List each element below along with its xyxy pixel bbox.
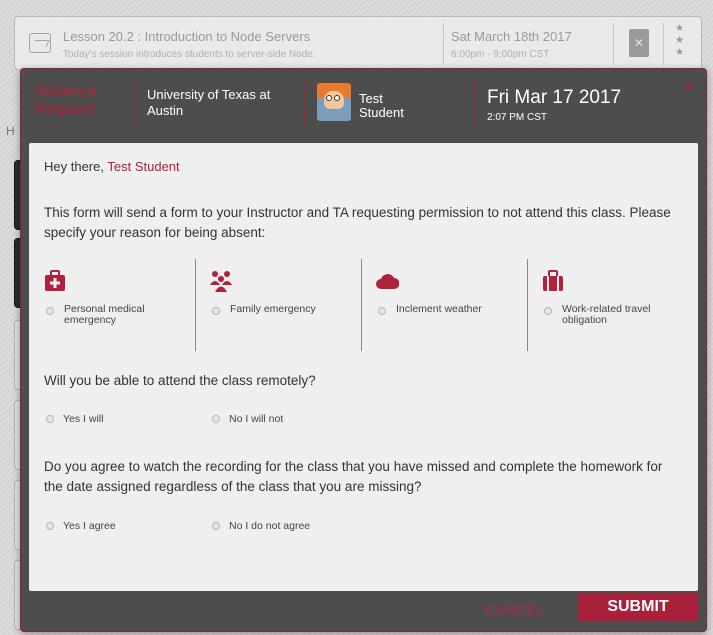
medical-kit-icon	[45, 270, 65, 291]
reason-radio[interactable]	[46, 307, 54, 315]
reason-radio[interactable]	[212, 307, 220, 315]
lesson-time: 6:00pm - 9:00pm CST	[451, 49, 550, 60]
remote-option-no[interactable]: No I will not	[212, 413, 352, 429]
recording-radio-no[interactable]	[212, 522, 220, 530]
submit-button[interactable]: SUBMIT	[578, 593, 698, 621]
intro-text: This form will send a form to your Instr…	[44, 205, 671, 240]
reason-label: Family emergency	[230, 303, 316, 315]
lesson-title: Lesson 20.2 : Introduction to Node Serve…	[63, 29, 311, 44]
lesson-subtitle: Today's session introduces students to s…	[63, 49, 316, 60]
absence-request-modal: Absence Request University of Texas at A…	[20, 68, 707, 632]
star-rating-icon[interactable]: ★ ★ ★	[675, 23, 684, 59]
close-icon[interactable]: ×	[682, 79, 696, 93]
chart-icon	[29, 33, 51, 53]
modal-header: Absence Request University of Texas at A…	[21, 69, 706, 139]
university-name: University of Texas at Austin	[147, 87, 271, 118]
reason-radio[interactable]	[544, 307, 552, 315]
reason-option-weather[interactable]: Inclement weather	[361, 259, 526, 351]
avatar	[317, 83, 351, 121]
remote-option-yes[interactable]: Yes I will	[46, 413, 186, 429]
reason-option-medical[interactable]: Personal medical emergency	[29, 259, 194, 351]
reason-option-family[interactable]: Family emergency	[195, 259, 360, 351]
modal-body: Hey there, Test Student This form will s…	[29, 143, 698, 591]
divider	[527, 259, 528, 351]
divider	[361, 259, 362, 351]
divider	[663, 23, 664, 65]
lesson-date: Sat March 18th 2017	[451, 29, 572, 44]
current-date: Fri Mar 17 2017	[487, 87, 622, 108]
reason-option-travel[interactable]: Work-related travel obligation	[527, 259, 692, 351]
document-icon[interactable]: ✕	[629, 29, 649, 57]
remote-radio-yes[interactable]	[46, 415, 54, 423]
divider	[475, 79, 476, 129]
divider	[443, 23, 444, 65]
greeting-name: Test Student	[107, 159, 180, 174]
option-label: No I do not agree	[229, 520, 311, 532]
modal-title: Absence Request	[35, 83, 98, 118]
family-icon	[210, 271, 232, 292]
greeting-prefix: Hey there,	[44, 159, 104, 174]
option-label: No I will not	[229, 413, 284, 425]
recording-question: Do you agree to watch the recording for …	[44, 459, 663, 494]
reason-radio[interactable]	[378, 307, 386, 315]
student-name: Test Student	[359, 91, 404, 120]
reason-label: Work-related travel obligation	[562, 303, 651, 326]
lesson-card[interactable]: Lesson 20.2 : Introduction to Node Serve…	[14, 16, 702, 70]
cloud-icon	[376, 274, 399, 289]
option-label: Yes I agree	[63, 520, 116, 532]
remote-question: Will you be able to attend the class rem…	[44, 373, 316, 388]
current-time: 2:07 PM CST	[487, 112, 548, 123]
recording-radio-yes[interactable]	[46, 522, 54, 530]
background-heading: H	[6, 124, 15, 138]
reason-label: Personal medical emergency	[64, 303, 145, 326]
divider	[195, 259, 196, 351]
remote-radio-no[interactable]	[212, 415, 220, 423]
recording-option-no[interactable]: No I do not agree	[212, 520, 372, 536]
divider	[135, 79, 136, 129]
briefcase-icon	[543, 270, 563, 291]
cancel-button[interactable]: CANCEL	[469, 597, 559, 625]
reason-label: Inclement weather	[396, 303, 482, 315]
recording-option-yes[interactable]: Yes I agree	[46, 520, 186, 536]
reason-options: Personal medical emergency Family emerge…	[29, 259, 698, 351]
greeting: Hey there, Test Student	[44, 159, 180, 174]
divider	[613, 23, 614, 65]
divider	[305, 79, 306, 129]
modal-footer: CANCEL SUBMIT	[21, 591, 706, 631]
option-label: Yes I will	[63, 413, 104, 425]
